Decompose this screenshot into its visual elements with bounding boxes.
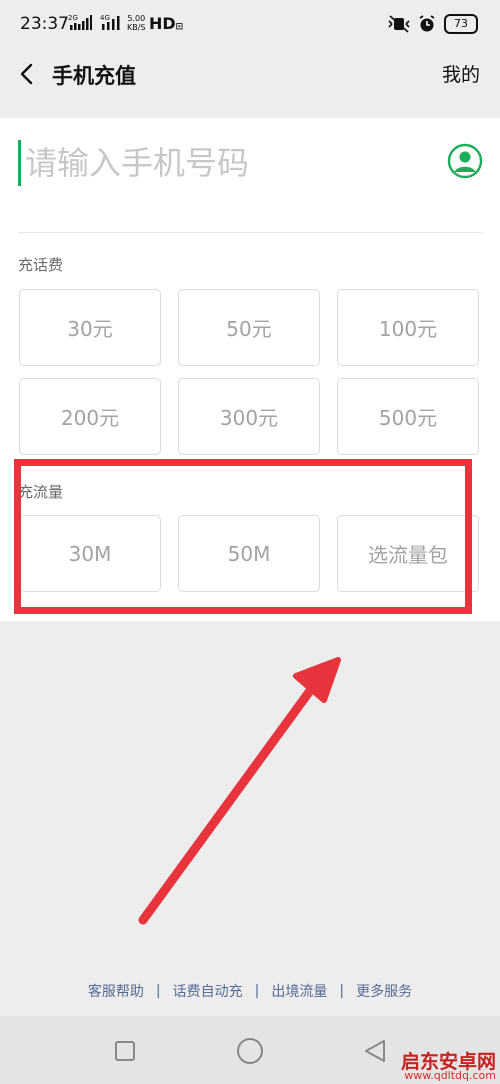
- alarm-icon: [419, 15, 435, 32]
- contact-picker-button[interactable]: [447, 143, 483, 179]
- recharge-option-100[interactable]: 100元: [337, 289, 479, 366]
- signal-indicators: 2G 4G: [68, 14, 124, 30]
- recharge-option-30[interactable]: 30元: [19, 289, 161, 366]
- mine-link[interactable]: 我的: [442, 60, 480, 87]
- circle-icon: [237, 1038, 263, 1064]
- footer-links: 客服帮助 | 话费自动充 | 出境流量 | 更多服务: [0, 980, 500, 1002]
- recharge-option-500[interactable]: 500元: [337, 378, 479, 455]
- data-section-label: 充流量: [18, 483, 64, 501]
- phone-number-input[interactable]: [18, 140, 435, 186]
- triangle-back-icon: [365, 1040, 385, 1062]
- signal-icon: 4G: [100, 14, 120, 30]
- status-right: 73: [388, 14, 478, 34]
- status-time: 23:37: [20, 14, 69, 34]
- nav-bar: 手机充值 我的: [0, 48, 500, 100]
- separator: |: [339, 983, 345, 999]
- watermark: 启东安卓网 www.qdltdq.com: [400, 1051, 496, 1083]
- page-title: 手机充值: [52, 64, 136, 88]
- footer-link-more-services[interactable]: 更多服务: [356, 981, 412, 1001]
- separator: |: [155, 983, 161, 999]
- signal1-label: 2G: [68, 14, 78, 22]
- back-button[interactable]: [14, 56, 44, 92]
- data-option-30m[interactable]: 30M: [19, 515, 161, 592]
- status-bar: 23:37 2G 4G 5.00 KB/S HD⊡ 73: [0, 0, 500, 48]
- watermark-brand: 启东安卓网: [400, 1051, 496, 1073]
- vibrate-icon: [388, 15, 410, 33]
- separator: |: [254, 983, 260, 999]
- recharge-option-300[interactable]: 300元: [178, 378, 320, 455]
- divider: [18, 232, 482, 233]
- network-speed: 5.00 KB/S: [127, 14, 146, 32]
- data-option-package[interactable]: 选流量包: [337, 515, 479, 592]
- recents-button[interactable]: [114, 1040, 136, 1066]
- recharge-card: 充话费 30元 50元 100元 200元 300元 500元 充流量 30M …: [0, 118, 500, 621]
- system-nav-bar: 启东安卓网 www.qdltdq.com: [0, 1016, 500, 1084]
- signal2-label: 4G: [100, 14, 110, 22]
- recharge-section-label: 充话费: [18, 256, 64, 274]
- battery-indicator: 73: [444, 14, 478, 34]
- recharge-option-200[interactable]: 200元: [19, 378, 161, 455]
- back-nav-button[interactable]: [362, 1038, 388, 1068]
- footer-link-help[interactable]: 客服帮助: [88, 981, 144, 1001]
- back-arrow-icon: [20, 63, 33, 85]
- contact-icon: [447, 143, 483, 179]
- recharge-option-50[interactable]: 50元: [178, 289, 320, 366]
- home-button[interactable]: [236, 1037, 264, 1069]
- signal-icon: 2G: [68, 14, 92, 30]
- hd-label: HD⊡: [149, 14, 184, 33]
- speed-unit: KB/S: [127, 23, 146, 32]
- speed-value: 5.00: [127, 14, 146, 23]
- footer-link-roaming-data[interactable]: 出境流量: [271, 981, 327, 1001]
- data-option-50m[interactable]: 50M: [178, 515, 320, 592]
- square-icon: [115, 1041, 135, 1061]
- footer-link-auto-recharge[interactable]: 话费自动充: [173, 981, 243, 1001]
- watermark-url: www.qdltdq.com: [404, 1069, 496, 1082]
